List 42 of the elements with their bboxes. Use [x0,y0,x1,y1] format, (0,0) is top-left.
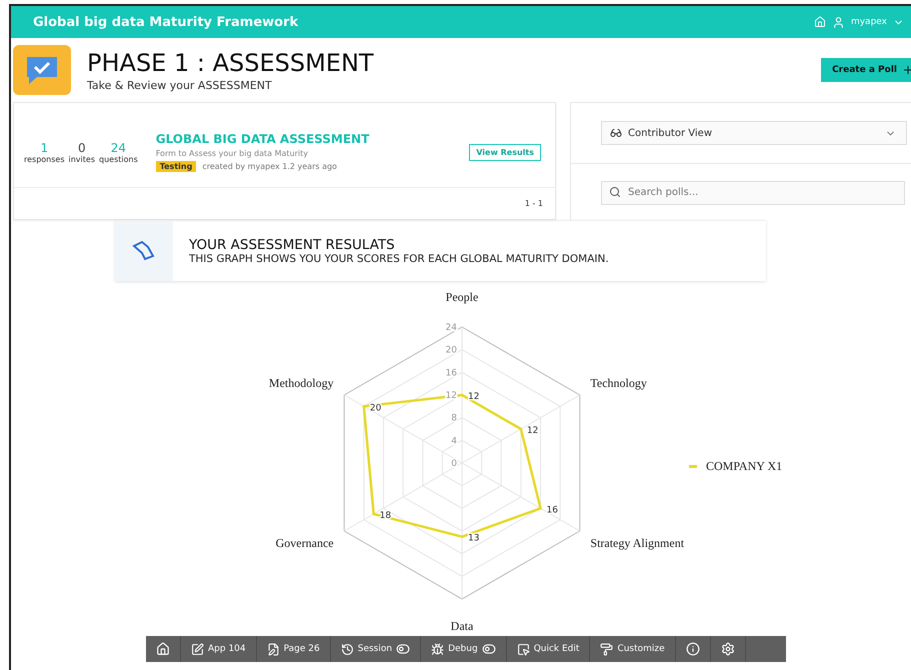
axis-label: Data [450,618,474,633]
pagination-label: 1 - 1 [524,199,543,208]
page-subtitle: Take & Review your ASSESSMENT [87,78,273,92]
tick-label: 16 [446,368,457,378]
tick-label: 24 [446,323,457,333]
stat-label: responses [24,154,65,164]
legend-label: COMPANY X1 [706,459,782,473]
score-label: 12 [526,426,538,436]
axis-label: Governance [276,536,334,550]
results-subtitle: THIS GRAPH SHOWS YOU YOUR SCORES FOR EACH GLOBAL MATURITY DOMAIN. [189,253,609,265]
stat-value: 24 [110,140,126,154]
stat-value: 1 [40,140,48,154]
tick-label: 0 [451,459,457,469]
view-select[interactable]: Contributor View [601,121,907,145]
toolbar-button[interactable]: Debug [421,636,507,662]
tick-label: 20 [446,346,457,356]
axis-label: Technology [590,376,647,390]
tick-label: 4 [451,436,457,446]
create-poll-button[interactable]: Create a Poll [821,58,911,82]
score-label: 13 [468,534,480,544]
poll-description: Form to Assess your big data Maturity [156,149,310,158]
toolbar-button[interactable]: Page 26 [256,636,331,662]
app-title: Global big data Maturity Framework [33,14,300,30]
toolbar-button[interactable]: Session [330,636,422,662]
score-label: 20 [370,403,382,414]
stat-value: 0 [78,140,86,154]
status-tag: Testing [156,161,196,172]
axis-label: People [446,290,478,304]
stat-label: invites [68,154,95,164]
poll-meta: created by myapex 1.2 years ago [202,162,337,171]
tick-label: 8 [451,414,457,424]
toolbar-button[interactable]: App 104 [181,636,257,662]
score-label: 12 [468,392,480,402]
stat-label: questions [99,154,138,164]
results-title: YOUR ASSESSMENT RESULATS [189,237,396,253]
search-field[interactable]: Search polls... [601,180,905,204]
page-title: PHASE 1 : ASSESSMENT [87,48,375,76]
axis-label: Strategy Alignment [590,536,684,550]
score-label: 16 [546,505,558,516]
axis-label: Methodology [268,376,334,390]
toolbar-button[interactable]: Customize [590,636,676,662]
toolbar-button[interactable]: Quick Edit [506,636,590,662]
